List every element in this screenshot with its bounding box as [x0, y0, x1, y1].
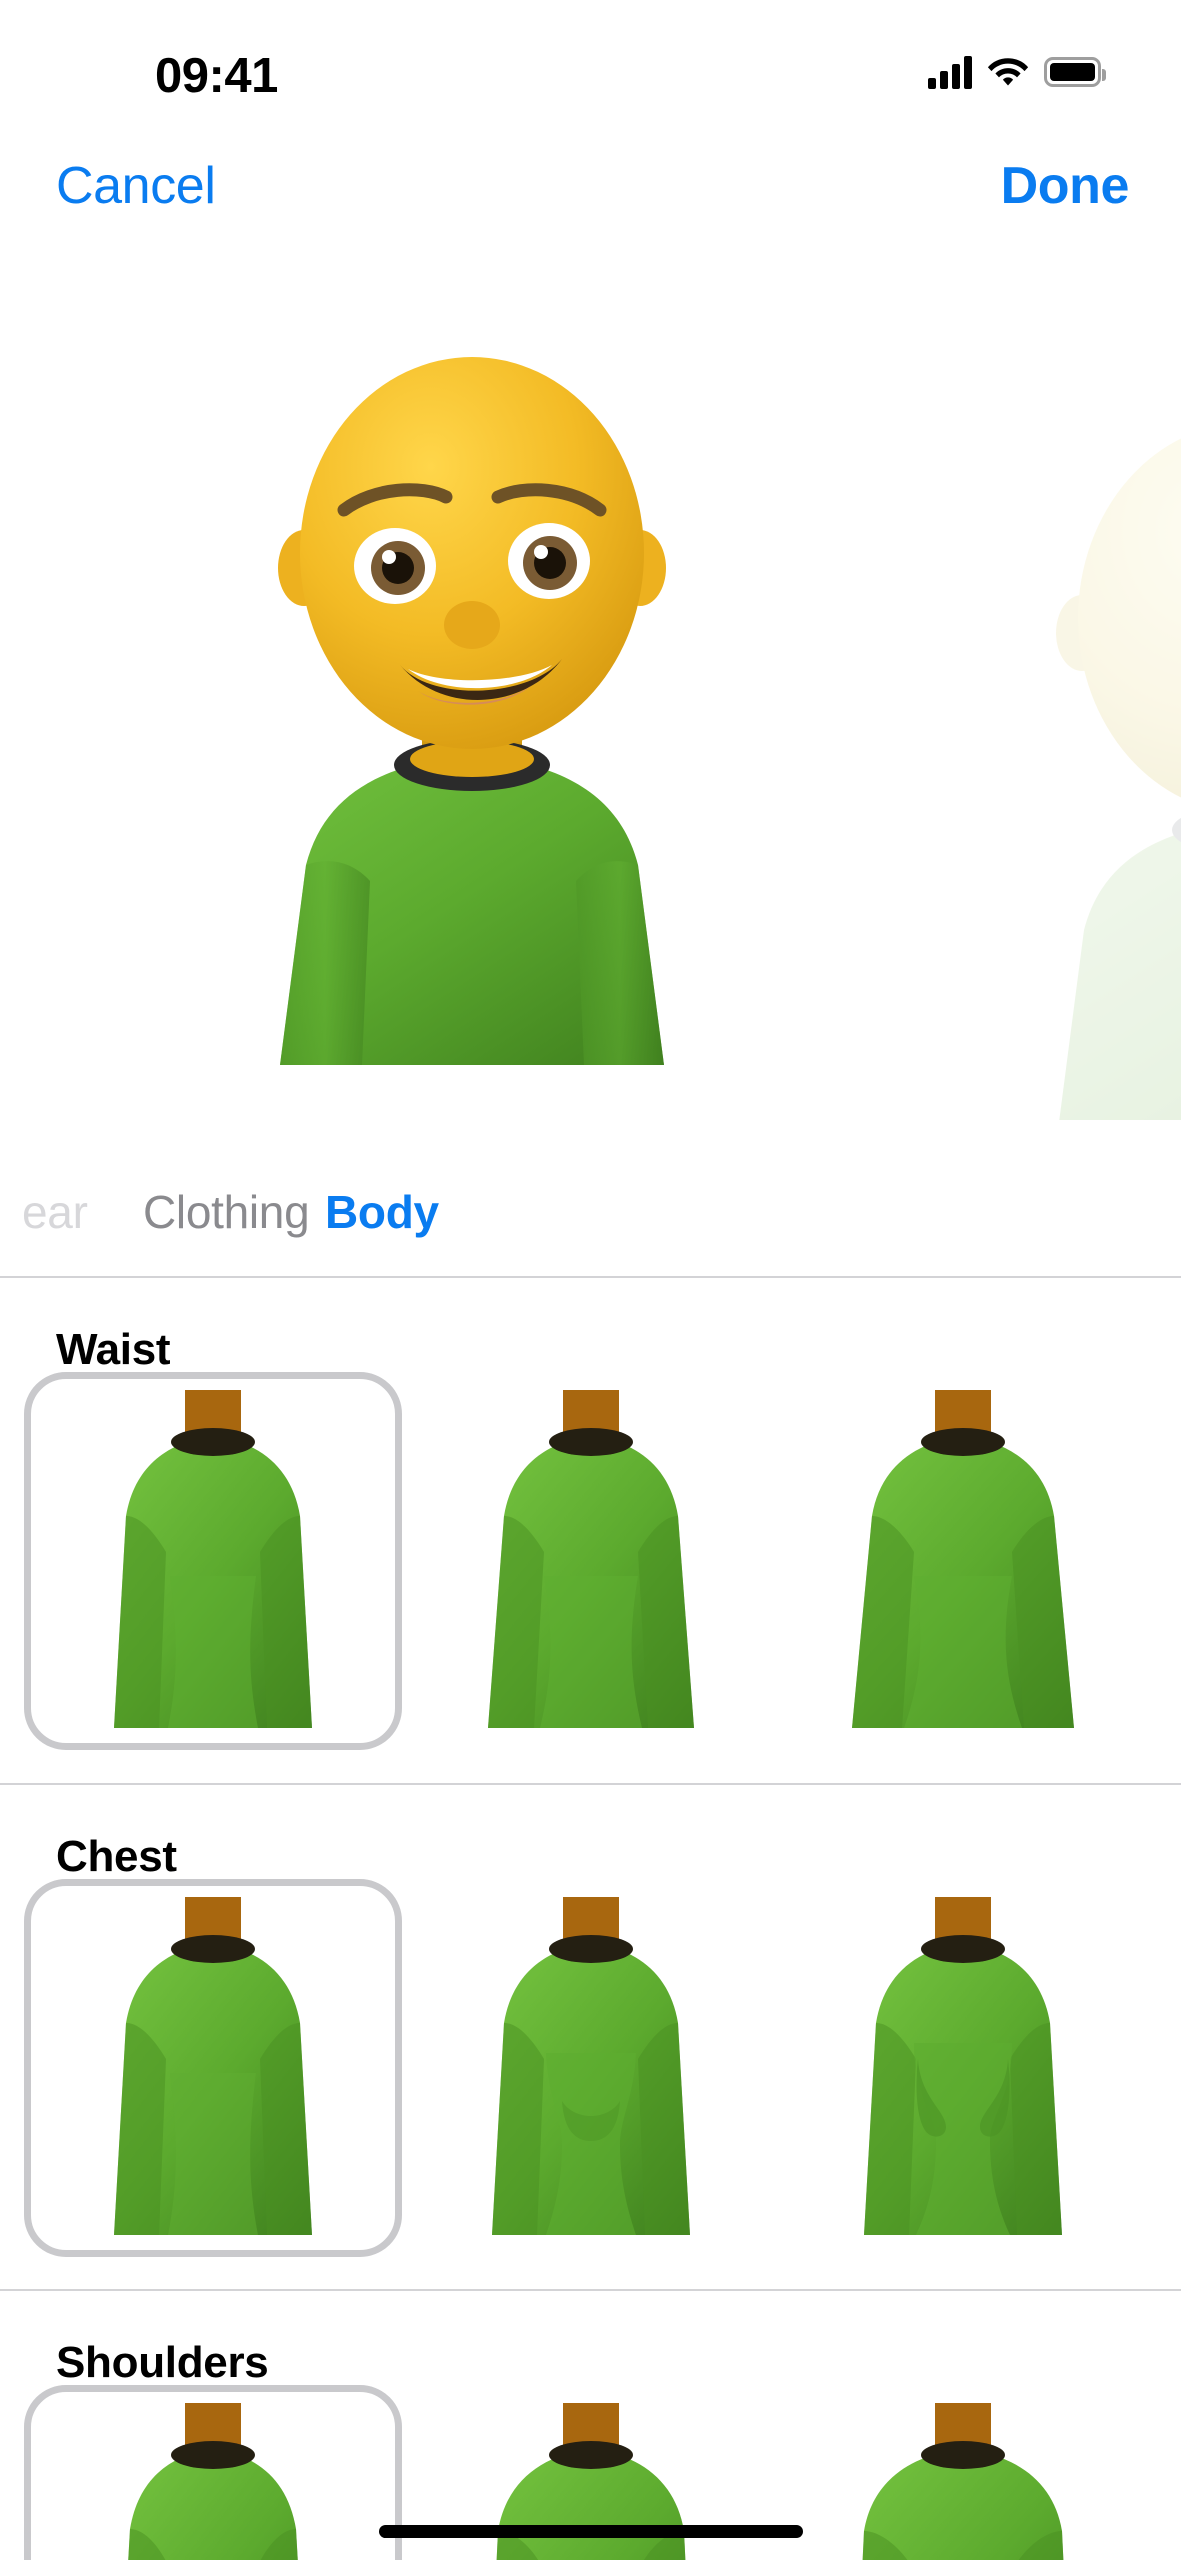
memoji-avatar-next[interactable]	[1010, 390, 1181, 1120]
status-bar: 09:41	[0, 0, 1181, 108]
section-waist: Waist	[0, 1276, 1181, 1783]
chest-option-3[interactable]	[768, 1893, 1158, 2253]
waist-option-3[interactable]	[768, 1386, 1158, 1746]
waist-torso-thumbnail-3	[768, 1376, 1158, 1756]
battery-full-icon	[1044, 57, 1106, 87]
cellular-signal-icon	[928, 55, 972, 89]
waist-option-1[interactable]	[18, 1372, 408, 1750]
waist-option-2[interactable]	[396, 1386, 786, 1746]
done-button[interactable]: Done	[1001, 160, 1130, 212]
chest-torso-thumbnail-1	[18, 1883, 408, 2263]
category-tab-bar[interactable]: ear Clothing Body	[0, 1155, 1181, 1275]
chest-torso-thumbnail-2	[396, 1883, 786, 2263]
avatar-preview-carousel[interactable]	[0, 280, 1181, 1120]
section-shoulders: Shoulders	[0, 2289, 1181, 2560]
chest-torso-thumbnail-3	[768, 1883, 1158, 2263]
chest-option-1[interactable]	[18, 1879, 408, 2257]
tab-clothing[interactable]: Clothing	[143, 1189, 310, 1235]
status-bar-time: 09:41	[155, 49, 278, 103]
shoulders-torso-thumbnail-3	[768, 2389, 1158, 2560]
status-bar-indicators	[928, 52, 1106, 92]
shoulders-option-1[interactable]	[18, 2385, 408, 2560]
wifi-icon	[987, 54, 1029, 91]
section-title-shoulders: Shoulders	[56, 2338, 269, 2387]
chest-options-row	[0, 1879, 1181, 2257]
waist-torso-thumbnail-2	[396, 1376, 786, 1756]
waist-torso-thumbnail-1	[18, 1376, 408, 1756]
section-title-chest: Chest	[56, 1832, 177, 1881]
home-indicator[interactable]	[378, 2525, 803, 2538]
shoulders-option-3[interactable]	[768, 2399, 1158, 2560]
shoulders-torso-thumbnail-1	[18, 2389, 408, 2560]
tab-headwear-partial[interactable]: ear	[22, 1189, 88, 1235]
chest-option-2[interactable]	[396, 1893, 786, 2253]
section-chest: Chest	[0, 1783, 1181, 2289]
memoji-avatar-current[interactable]	[232, 325, 712, 1065]
memoji-editor-screen: 09:41 Cancel Done ear Clothing Body Wais…	[0, 0, 1181, 2560]
waist-options-row	[0, 1372, 1181, 1750]
section-title-waist: Waist	[56, 1325, 171, 1374]
tab-body[interactable]: Body	[325, 1189, 439, 1235]
navigation-bar: Cancel Done	[0, 160, 1181, 250]
cancel-button[interactable]: Cancel	[56, 160, 216, 212]
